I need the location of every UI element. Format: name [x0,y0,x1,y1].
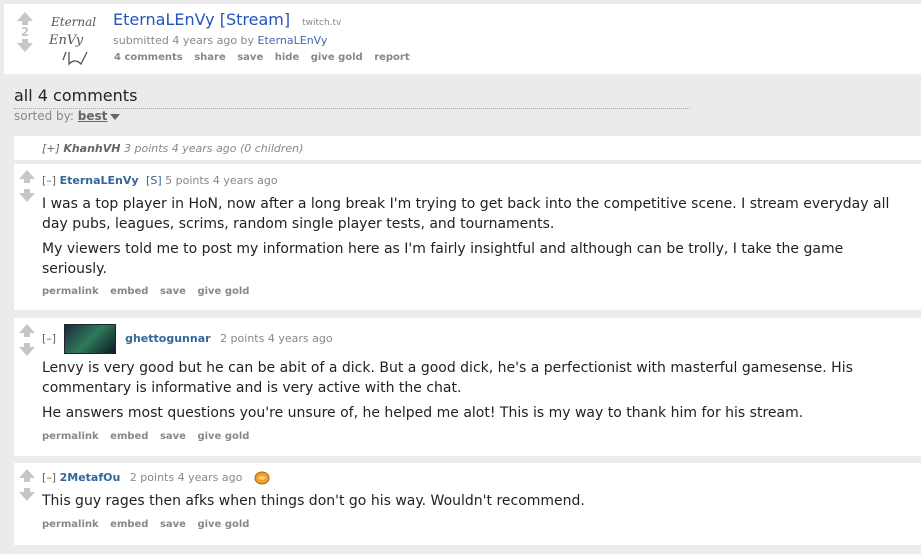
dropdown-caret-icon[interactable] [110,113,121,120]
upvote-arrow-icon[interactable] [17,12,33,21]
comment-meta: 2 points 4 years ago [220,332,333,345]
report-link[interactable]: report [374,52,409,63]
thumbnail-text-line-2: EnVy [48,33,84,48]
post-title-row: EternaLEnVy [Stream] twitch.tv [113,10,341,29]
comment-body: I was a top player in HoN, now after a l… [42,194,902,284]
downvote-arrow-icon[interactable] [19,347,35,356]
comment: [–] EternaLEnVy [S] 5 points 4 years ago… [14,164,921,310]
embed-link[interactable]: embed [110,431,148,442]
downvote-arrow-icon[interactable] [19,492,35,501]
comment-body: Lenvy is very good but he can be abit of… [42,358,902,428]
collapse-toggle[interactable]: [–] [42,332,56,345]
upvote-arrow-icon[interactable] [19,469,35,478]
share-link[interactable]: share [194,52,226,63]
comment-vote [18,170,36,202]
comment-tagline: [–] ghettogunnar 2 points 4 years ago [42,324,333,354]
post-domain[interactable]: twitch.tv [302,18,341,28]
comment-meta: 5 points 4 years ago [165,174,278,187]
comment-buttons: permalink embed save give gold [42,431,257,442]
tagline-prefix: submitted 4 years ago by [113,34,255,47]
embed-link[interactable]: embed [110,519,148,530]
post-thumbnail[interactable]: Eternal EnVy [47,10,101,70]
collapse-toggle[interactable]: [–] [42,174,56,187]
flair-badge-icon [254,471,270,485]
collapse-toggle[interactable]: [–] [42,471,56,484]
save-link[interactable]: save [160,286,186,297]
comments-header: all 4 comments [14,86,690,109]
give-gold-link[interactable]: give gold [197,286,249,297]
save-link[interactable]: save [160,431,186,442]
comments-link[interactable]: 4 comments [114,52,183,63]
embed-link[interactable]: embed [110,286,148,297]
post-buttons: 4 comments share save hide give gold rep… [114,52,418,63]
comment-paragraph: I was a top player in HoN, now after a l… [42,196,890,232]
thumbnail-text-line-1: Eternal [50,15,96,29]
comment-body: This guy rages then afks when things don… [42,491,902,516]
comment-tagline: [+] KhanhVH 3 points 4 years ago (0 chil… [42,142,303,155]
post-vote: 2 [16,12,34,52]
comment-tagline: [–] EternaLEnVy [S] 5 points 4 years ago [42,174,278,187]
sort-control: sorted by: best [14,109,121,123]
comment-paragraph: My viewers told me to post my informatio… [42,241,844,277]
upvote-arrow-icon[interactable] [19,324,35,333]
submitter-tag[interactable]: [S] [146,174,162,187]
comment-buttons: permalink embed save give gold [42,286,257,297]
downvote-arrow-icon[interactable] [17,43,33,52]
comment-paragraph: Lenvy is very good but he can be abit of… [42,360,853,396]
save-link[interactable]: save [160,519,186,530]
upvote-arrow-icon[interactable] [19,170,35,179]
downvote-arrow-icon[interactable] [19,193,35,202]
comment-author-link[interactable]: 2MetafOu [60,471,121,484]
comment-author-link[interactable]: KhanhVH [63,142,120,155]
comment-buttons: permalink embed save give gold [42,519,257,530]
comment-collapsed: [+] KhanhVH 3 points 4 years ago (0 chil… [14,136,921,160]
comment-author-link[interactable]: ghettogunnar [125,332,210,345]
save-link[interactable]: save [237,52,263,63]
comment-tagline: [–] 2MetafOu 2 points 4 years ago [42,471,270,485]
give-gold-link[interactable]: give gold [311,52,363,63]
comment-author-link[interactable]: EternaLEnVy [60,174,139,187]
give-gold-link[interactable]: give gold [197,431,249,442]
hide-link[interactable]: hide [275,52,300,63]
comment: [–] 2MetafOu 2 points 4 years ago This g… [14,463,921,545]
comment-vote [18,469,36,501]
comment-paragraph: He answers most questions you're unsure … [42,405,804,421]
sort-value[interactable]: best [78,109,108,123]
sort-label: sorted by: [14,109,74,123]
permalink-link[interactable]: permalink [42,286,99,297]
user-flair-avatar [63,324,116,354]
permalink-link[interactable]: permalink [42,431,99,442]
post-tagline: submitted 4 years ago by EternaLEnVy [113,34,327,47]
comment-meta: 2 points 4 years ago [129,471,243,484]
post-title-link[interactable]: EternaLEnVy [Stream] [113,10,290,29]
post-author-link[interactable]: EternaLEnVy [258,34,328,47]
comment-meta: 3 points 4 years ago (0 children) [123,142,304,155]
comment-vote [18,324,36,356]
give-gold-link[interactable]: give gold [197,519,249,530]
comment: [–] ghettogunnar 2 points 4 years ago Le… [14,318,921,456]
comment-paragraph: This guy rages then afks when things don… [42,493,585,509]
permalink-link[interactable]: permalink [42,519,99,530]
post-container: 2 Eternal EnVy EternaLEnVy [Stream] twitc… [4,4,921,74]
post-score: 2 [20,25,30,39]
expand-toggle[interactable]: [+] [42,142,60,155]
